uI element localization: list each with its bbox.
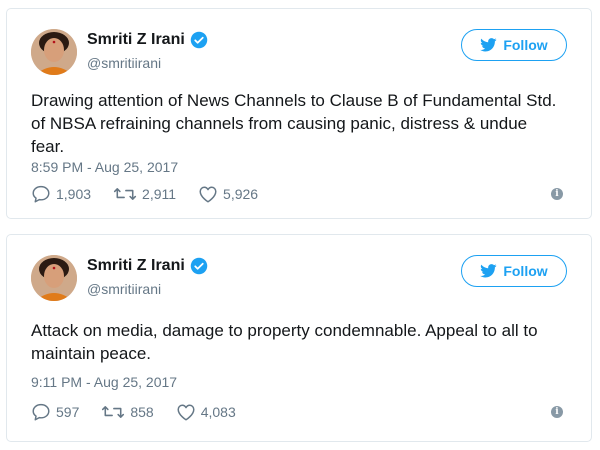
reply-count: 597 [56, 404, 80, 420]
tweet-text: Attack on media, damage to property cond… [31, 321, 538, 363]
avatar[interactable] [31, 255, 77, 301]
author-name-text: Smriti Z Irani [87, 257, 185, 274]
verified-icon [190, 31, 208, 49]
reply-icon [32, 403, 50, 421]
twitter-bird-icon [480, 38, 497, 52]
like-action[interactable]: 4,083 [176, 403, 236, 421]
retweet-action[interactable]: 2,911 [113, 185, 176, 203]
author-name[interactable]: Smriti Z Irani [87, 31, 208, 49]
author-handle[interactable]: @smritiirani [87, 281, 161, 297]
retweet-icon [102, 406, 125, 418]
verified-icon [190, 257, 208, 275]
follow-button-label: Follow [503, 263, 548, 279]
like-count: 5,926 [223, 186, 259, 202]
author-handle[interactable]: @smritiirani [87, 55, 161, 71]
follow-button-label: Follow [503, 37, 548, 53]
like-action[interactable]: 5,926 [198, 185, 258, 203]
tweet-text: Drawing attention of News Channels to Cl… [31, 91, 557, 156]
author-name-text: Smriti Z Irani [87, 31, 185, 48]
follow-button[interactable]: Follow [461, 255, 567, 287]
tweet-card: Smriti Z Irani @smritiirani Follow Drawi… [6, 8, 592, 219]
info-icon[interactable]: i [551, 406, 563, 418]
retweet-icon [113, 188, 137, 200]
retweet-count: 858 [130, 404, 154, 420]
retweet-action[interactable]: 858 [101, 403, 154, 421]
reply-action[interactable]: 597 [31, 403, 79, 421]
like-count: 4,083 [200, 404, 236, 420]
info-icon[interactable]: i [551, 188, 563, 200]
like-icon [177, 404, 195, 421]
reply-icon [32, 185, 50, 203]
like-icon [199, 186, 217, 203]
tweet-actions: 1,903 2,911 5,926 [31, 185, 280, 203]
tweet-actions: 597 858 4,083 [31, 403, 258, 421]
tweet-card: Smriti Z Irani @smritiirani Follow Attac… [6, 234, 592, 442]
twitter-bird-icon [480, 264, 497, 278]
avatar[interactable] [31, 29, 77, 75]
author-name[interactable]: Smriti Z Irani [87, 257, 208, 275]
tweet-timestamp[interactable]: 9:11 PM - Aug 25, 2017 [31, 374, 177, 390]
tweet-timestamp[interactable]: 8:59 PM - Aug 25, 2017 [31, 159, 178, 175]
follow-button[interactable]: Follow [461, 29, 567, 61]
retweet-count: 2,911 [142, 186, 177, 202]
reply-action[interactable]: 1,903 [31, 185, 91, 203]
reply-count: 1,903 [56, 186, 92, 202]
